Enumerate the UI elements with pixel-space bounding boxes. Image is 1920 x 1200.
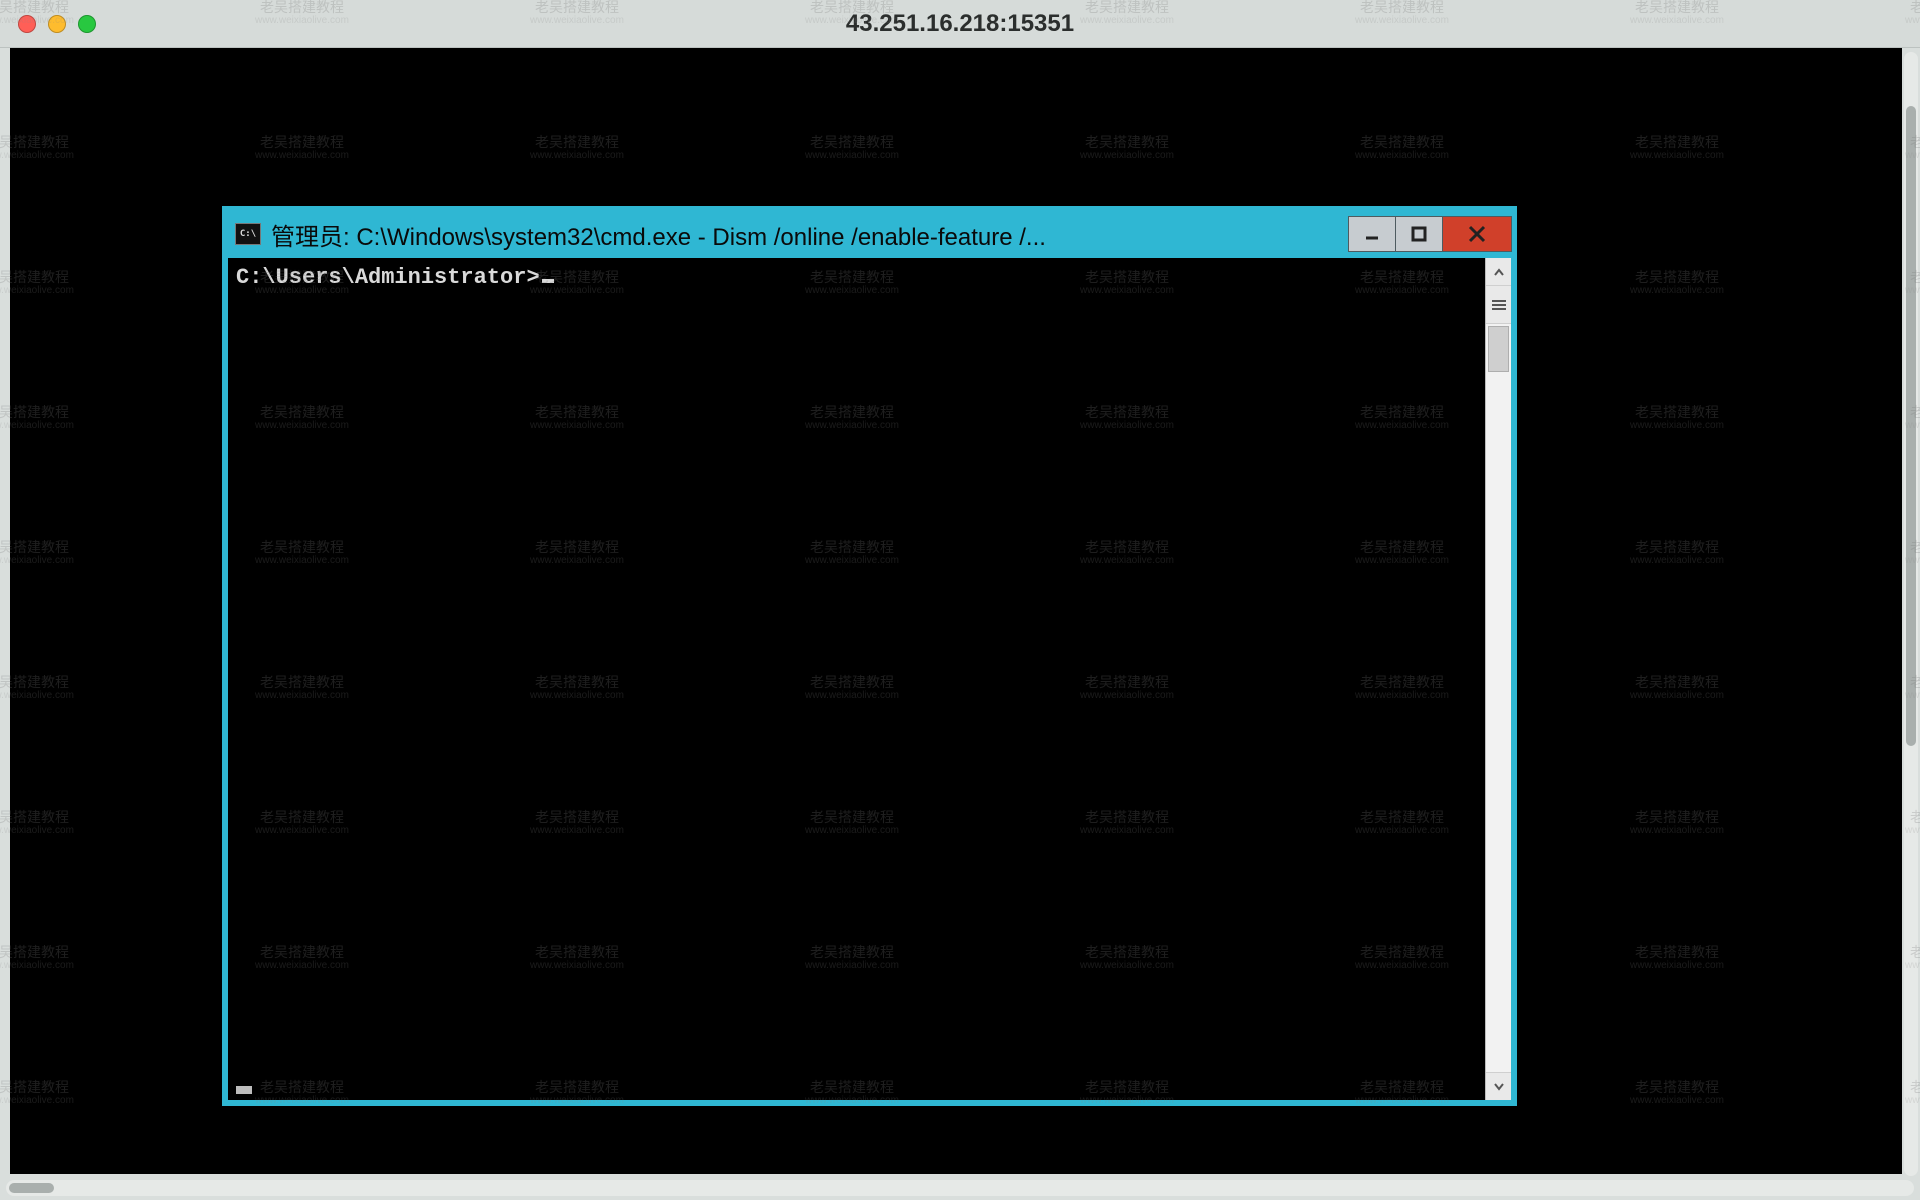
remote-desktop-viewport[interactable]: 管理员: C:\Windows\system32\cmd.exe - Dism … bbox=[10, 48, 1902, 1174]
scroll-thumb[interactable] bbox=[1488, 326, 1509, 372]
chevron-up-icon bbox=[1493, 266, 1505, 278]
scroll-down-button[interactable] bbox=[1486, 1072, 1511, 1100]
text-cursor-icon bbox=[542, 279, 554, 283]
minimize-icon bbox=[1364, 226, 1380, 242]
cmd-titlebar[interactable]: 管理员: C:\Windows\system32\cmd.exe - Dism … bbox=[227, 211, 1512, 257]
maximize-icon bbox=[1411, 226, 1427, 242]
outer-mac-window: 43.251.16.218:15351 管理员: C:\Windows\syst… bbox=[0, 0, 1920, 1200]
mac-window-body: 管理员: C:\Windows\system32\cmd.exe - Dism … bbox=[0, 48, 1920, 1200]
cmd-prompt: C:\Users\Administrator> bbox=[236, 265, 540, 290]
scroll-up-button[interactable] bbox=[1486, 258, 1511, 286]
mac-vscroll-thumb[interactable] bbox=[1906, 106, 1916, 746]
hamburger-icon bbox=[1492, 298, 1506, 312]
cmd-client-area: C:\Users\Administrator> bbox=[228, 258, 1511, 1100]
cmd-output[interactable]: C:\Users\Administrator> bbox=[228, 258, 1485, 1100]
mac-hscroll-thumb[interactable] bbox=[9, 1183, 54, 1193]
cmd-vertical-scrollbar[interactable] bbox=[1485, 258, 1511, 1100]
scroll-track[interactable] bbox=[1486, 324, 1511, 1072]
close-button[interactable] bbox=[1442, 216, 1512, 252]
scroll-options-button[interactable] bbox=[1486, 286, 1511, 324]
close-icon bbox=[1467, 224, 1487, 244]
mac-horizontal-scrollbar[interactable] bbox=[6, 1180, 1914, 1196]
cmd-window[interactable]: 管理员: C:\Windows\system32\cmd.exe - Dism … bbox=[222, 206, 1517, 1106]
chevron-down-icon bbox=[1493, 1081, 1505, 1093]
cmd-window-title: 管理员: C:\Windows\system32\cmd.exe - Dism … bbox=[271, 217, 1349, 252]
minimize-button[interactable] bbox=[1348, 216, 1396, 252]
block-cursor-icon bbox=[236, 1086, 252, 1094]
mac-vertical-scrollbar[interactable] bbox=[1904, 52, 1918, 1176]
maximize-button[interactable] bbox=[1395, 216, 1443, 252]
mac-titlebar[interactable]: 43.251.16.218:15351 bbox=[0, 0, 1920, 48]
mac-window-title: 43.251.16.218:15351 bbox=[0, 10, 1920, 38]
cmd-app-icon bbox=[235, 223, 261, 245]
window-controls bbox=[1349, 216, 1512, 252]
